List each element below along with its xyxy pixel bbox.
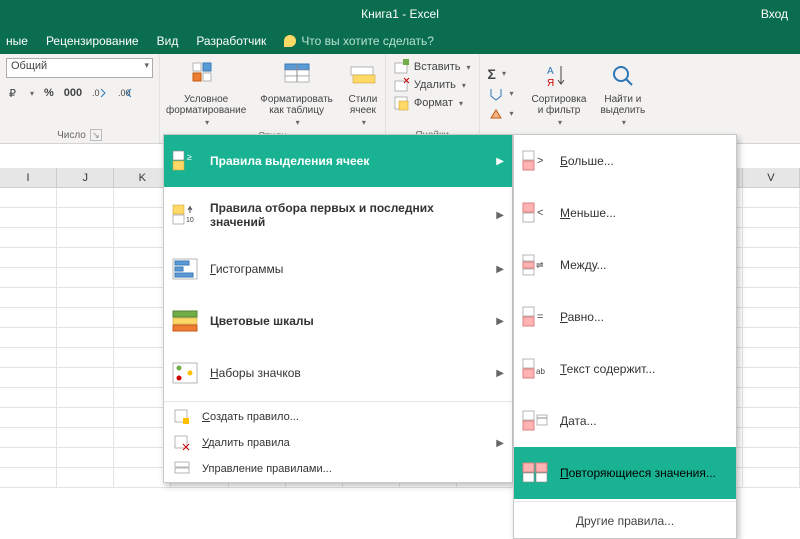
submenu-arrow-icon: ▶ — [496, 368, 504, 379]
submenu-arrow-icon: ▶ — [496, 316, 504, 327]
svg-text:<: < — [537, 207, 543, 219]
conditional-formatting-button[interactable]: Условное форматирование▾ — [162, 58, 250, 129]
insert-cells-button[interactable]: Вставить▾ — [392, 58, 473, 76]
svg-text:.0: .0 — [92, 88, 100, 98]
tab-review[interactable]: Рецензирование — [46, 34, 139, 48]
svg-text:₽: ₽ — [9, 88, 16, 100]
submenu-more-rules[interactable]: Другие правила... — [514, 504, 736, 534]
col-header[interactable]: I — [0, 168, 57, 187]
svg-text:ab: ab — [536, 367, 545, 376]
format-cells-button[interactable]: Формат▾ — [392, 94, 473, 112]
svg-text:Я: Я — [547, 78, 554, 89]
find-icon — [607, 60, 639, 92]
delete-cells-button[interactable]: Удалить▾ — [392, 76, 473, 94]
col-header[interactable]: V — [743, 168, 800, 187]
menu-new-rule[interactable]: Создать правило... — [164, 404, 512, 430]
increase-decimal-button[interactable]: .0 — [90, 84, 110, 102]
date-icon — [522, 409, 550, 433]
equal-icon: = — [522, 305, 550, 329]
between-icon: ⇌ — [522, 253, 550, 277]
svg-text:≥: ≥ — [187, 152, 192, 162]
tab-data-partial[interactable]: ные — [6, 34, 28, 48]
submenu-duplicate-values[interactable]: Повторяющиеся значения... — [514, 447, 736, 499]
duplicate-values-icon — [522, 461, 550, 485]
fill-button[interactable]: ▾ — [486, 85, 516, 103]
menu-icon-sets[interactable]: Наборы значков ▶ — [164, 347, 512, 399]
ribbon-group-cells: Вставить▾ Удалить▾ Формат▾ Ячейки — [386, 54, 480, 143]
submenu-text-contains[interactable]: ab Текст содержит... — [514, 343, 736, 395]
svg-text:⇌: ⇌ — [536, 260, 544, 270]
submenu-greater-than[interactable]: > Больше... — [514, 135, 736, 187]
number-launcher-icon[interactable]: ↘ — [90, 129, 102, 141]
clear-rules-icon — [172, 435, 192, 451]
workbook-title: Книга1 - Excel — [361, 7, 439, 21]
find-select-button[interactable]: Найти и выделить▾ — [596, 58, 649, 129]
tell-me-placeholder: Что вы хотите сделать? — [301, 34, 434, 48]
icon-sets-icon — [172, 361, 200, 385]
ribbon-group-styles: Условное форматирование▾ Форматировать к… — [160, 54, 386, 143]
bulb-icon — [284, 35, 296, 47]
ribbon: Общий ₽▾ % 000 .0 .00 Число↘ Условное фо… — [0, 54, 800, 144]
sort-filter-button[interactable]: AЯ Сортировка и фильтр▾ — [528, 58, 591, 129]
clear-button[interactable]: ▾ — [486, 105, 516, 123]
ribbon-group-number: Общий ₽▾ % 000 .0 .00 Число ↘ — [0, 54, 160, 143]
submenu-arrow-icon: ▶ — [496, 210, 504, 221]
submenu-arrow-icon: ▶ — [496, 438, 504, 449]
svg-text:>: > — [537, 155, 543, 167]
menu-data-bars[interactable]: Гистограммы ▶ — [164, 243, 512, 295]
tab-view[interactable]: Вид — [157, 34, 179, 48]
highlight-rules-icon: ≥ — [172, 149, 200, 173]
new-rule-icon — [172, 409, 192, 425]
tell-me-search[interactable]: Что вы хотите сделать? — [284, 34, 434, 48]
menu-clear-rules[interactable]: Удалить правила ▶ — [164, 430, 512, 456]
color-scales-icon — [172, 309, 200, 333]
tab-developer[interactable]: Разработчик — [196, 34, 266, 48]
conditional-formatting-icon — [190, 60, 222, 92]
ribbon-tabs: ные Рецензирование Вид Разработчик Что в… — [0, 28, 800, 54]
title-bar: Книга1 - Excel Вход — [0, 0, 800, 28]
autosum-button[interactable]: Σ▾ — [486, 65, 516, 83]
highlight-rules-submenu: > Больше... < Меньше... ⇌ Между... = Рав… — [513, 134, 737, 539]
cell-styles-button[interactable]: Стили ячеек▾ — [343, 58, 383, 129]
cf-label: Условное форматирование — [166, 94, 246, 116]
menu-manage-rules[interactable]: Управление правилами... — [164, 456, 512, 482]
data-bars-icon — [172, 257, 200, 281]
menu-separator — [514, 501, 736, 502]
menu-color-scales[interactable]: Цветовые шкалы ▶ — [164, 295, 512, 347]
less-than-icon: < — [522, 201, 550, 225]
submenu-equal-to[interactable]: = Равно... — [514, 291, 736, 343]
menu-separator — [164, 401, 512, 402]
col-header[interactable]: J — [57, 168, 114, 187]
sort-filter-icon: AЯ — [543, 60, 575, 92]
submenu-less-than[interactable]: < Меньше... — [514, 187, 736, 239]
percent-format-button[interactable]: % — [42, 86, 56, 100]
svg-text:.00: .00 — [118, 88, 131, 98]
conditional-formatting-menu: ≥ Правила выделения ячеек ▶ 10 Правила о… — [163, 134, 513, 483]
svg-text:=: = — [537, 311, 543, 323]
submenu-arrow-icon: ▶ — [496, 156, 504, 167]
cell-styles-icon — [347, 60, 379, 92]
decrease-decimal-button[interactable]: .00 — [116, 84, 136, 102]
group-label-number: Число — [57, 130, 86, 141]
submenu-arrow-icon: ▶ — [496, 264, 504, 275]
greater-than-icon: > — [522, 149, 550, 173]
top-bottom-icon: 10 — [172, 203, 200, 227]
submenu-date-occurring[interactable]: Дата... — [514, 395, 736, 447]
svg-text:A: A — [547, 66, 554, 77]
manage-rules-icon — [172, 461, 192, 477]
submenu-between[interactable]: ⇌ Между... — [514, 239, 736, 291]
ribbon-group-editing: Σ▾ ▾ ▾ AЯ Сортировка и фильтр▾ Найти и в… — [480, 54, 656, 143]
text-contains-icon: ab — [522, 357, 550, 381]
svg-text:10: 10 — [186, 217, 194, 224]
accounting-format-button[interactable]: ₽▾ — [6, 84, 36, 102]
format-as-table-button[interactable]: Форматировать как таблицу▾ — [256, 58, 337, 129]
comma-format-button[interactable]: 000 — [62, 86, 84, 100]
number-format-combo[interactable]: Общий — [6, 58, 153, 78]
menu-highlight-cells-rules[interactable]: ≥ Правила выделения ячеек ▶ — [164, 135, 512, 187]
menu-top-bottom-rules[interactable]: 10 Правила отбора первых и последних зна… — [164, 187, 512, 243]
format-as-table-icon — [281, 60, 313, 92]
account-sign-in[interactable]: Вход — [761, 7, 788, 21]
